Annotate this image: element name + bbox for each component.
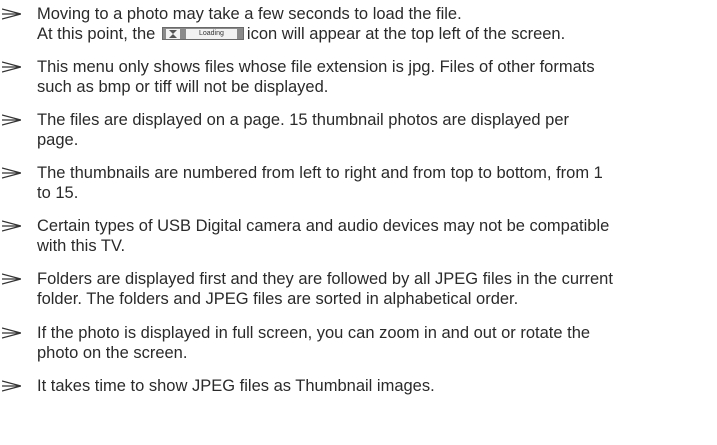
arrow-bullet-icon	[2, 114, 21, 126]
note-text: The thumbnails are numbered from left to…	[37, 164, 603, 202]
arrow-bullet-icon	[2, 61, 21, 73]
note-text: This menu only shows files whose file ex…	[37, 58, 595, 96]
note-text: Folders are displayed first and they are…	[37, 270, 613, 308]
loading-icon: Loading	[161, 27, 244, 41]
arrow-bullet-icon	[2, 273, 21, 285]
note-text: Certain types of USB Digital camera and …	[37, 217, 610, 255]
note-text: The files are displayed on a page. 15 th…	[37, 111, 570, 149]
note-text: It takes time to show JPEG files as Thum…	[37, 377, 435, 395]
notes-list: Moving to a photo may take a few seconds…	[0, 0, 717, 445]
note-text: Moving to a photo may take a few seconds…	[37, 5, 566, 43]
arrow-bullet-icon	[2, 327, 21, 339]
arrow-bullet-icon	[2, 8, 21, 20]
loading-label: Loading	[185, 29, 237, 40]
arrow-bullet-icon	[2, 167, 21, 179]
arrow-bullet-icon	[2, 380, 21, 392]
note-text: If the photo is displayed in full screen…	[37, 324, 591, 362]
arrow-bullet-icon	[2, 220, 21, 232]
hourglass-icon	[165, 29, 180, 40]
